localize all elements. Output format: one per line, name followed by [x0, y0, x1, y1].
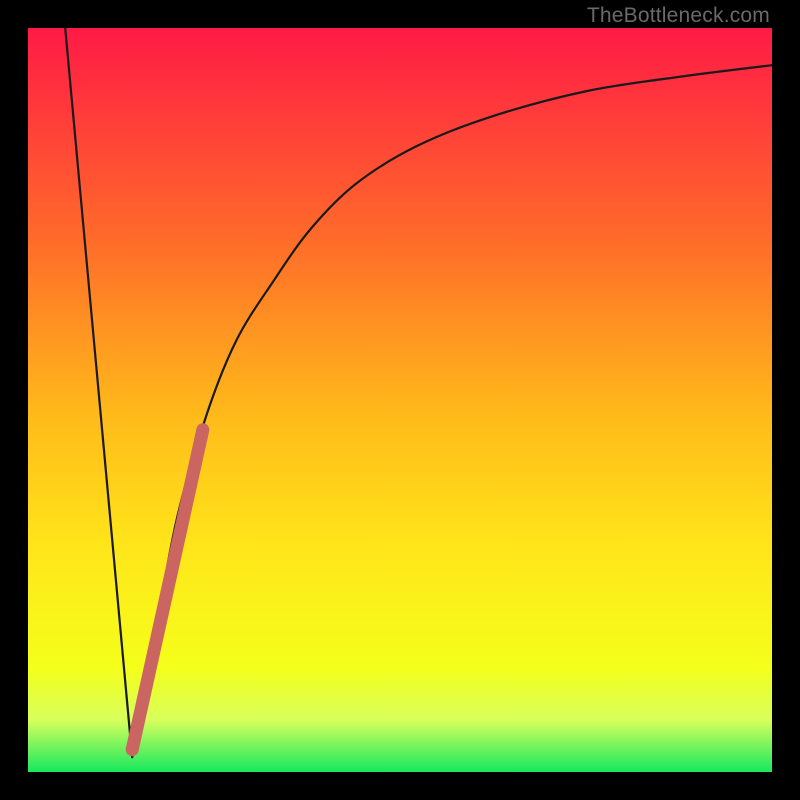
watermark-label: TheBottleneck.com [587, 4, 770, 28]
chart-frame: TheBottleneck.com [0, 0, 800, 800]
curve-left-descent [65, 28, 132, 757]
plot-area [28, 28, 772, 772]
curve-right-rise [132, 65, 772, 757]
highlight-segment [132, 430, 203, 750]
curve-layer [28, 28, 772, 772]
